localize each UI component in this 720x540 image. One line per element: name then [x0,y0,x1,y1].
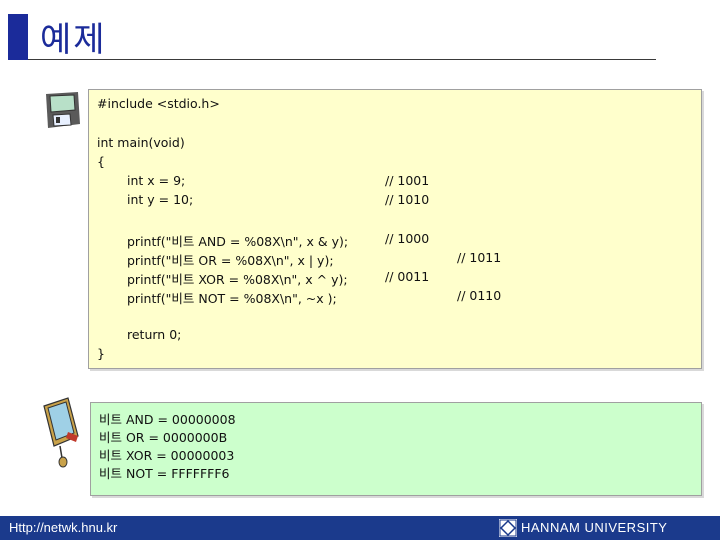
output-line-xor: 비트 XOR = 00000003 [99,448,235,463]
code-line-int-y: int y = 10; [127,192,194,207]
title-accent-bar [8,14,28,60]
code-line-close-brace: } [97,346,105,361]
code-comment-x: // 1001 [385,173,430,188]
title-divider [28,59,656,60]
code-line-include: #include <stdio.h> [97,96,220,111]
code-comment-or: // 1011 [457,250,502,265]
code-comment-xor: // 0011 [385,269,430,284]
floppy-disk-icon [40,88,84,137]
code-line-main: int main(void) [97,135,185,150]
code-line-open-brace: { [97,154,105,169]
code-comment-not: // 0110 [457,288,502,303]
output-line-or: 비트 OR = 0000000B [99,430,228,445]
monitor-icon [38,396,84,475]
output-line-and: 비트 AND = 00000008 [99,412,236,427]
code-listing: #include <stdio.h> int main(void) { int … [88,89,702,369]
footer-url[interactable]: Http://netwk.hnu.kr [9,520,117,535]
code-line-printf-and: printf("비트 AND = %08X\n", x & y); [127,234,349,249]
program-output: 비트 AND = 00000008 비트 OR = 0000000B 비트 XO… [90,402,702,496]
university-logo-icon [499,519,517,537]
code-comment-and: // 1000 [385,231,430,246]
slide-title: 예제 [40,20,107,60]
code-line-return: return 0; [127,327,182,342]
code-line-printf-xor: printf("비트 XOR = %08X\n", x ^ y); [127,272,348,287]
code-line-printf-not: printf("비트 NOT = %08X\n", ~x ); [127,291,337,306]
footer-university-name: HANNAM UNIVERSITY [521,520,668,535]
code-line-printf-or: printf("비트 OR = %08X\n", x | y); [127,253,334,268]
footer-bar: Http://netwk.hnu.kr HANNAM UNIVERSITY [0,516,720,540]
output-line-not: 비트 NOT = FFFFFFF6 [99,466,230,481]
code-line-int-x: int x = 9; [127,173,186,188]
code-comment-y: // 1010 [385,192,430,207]
